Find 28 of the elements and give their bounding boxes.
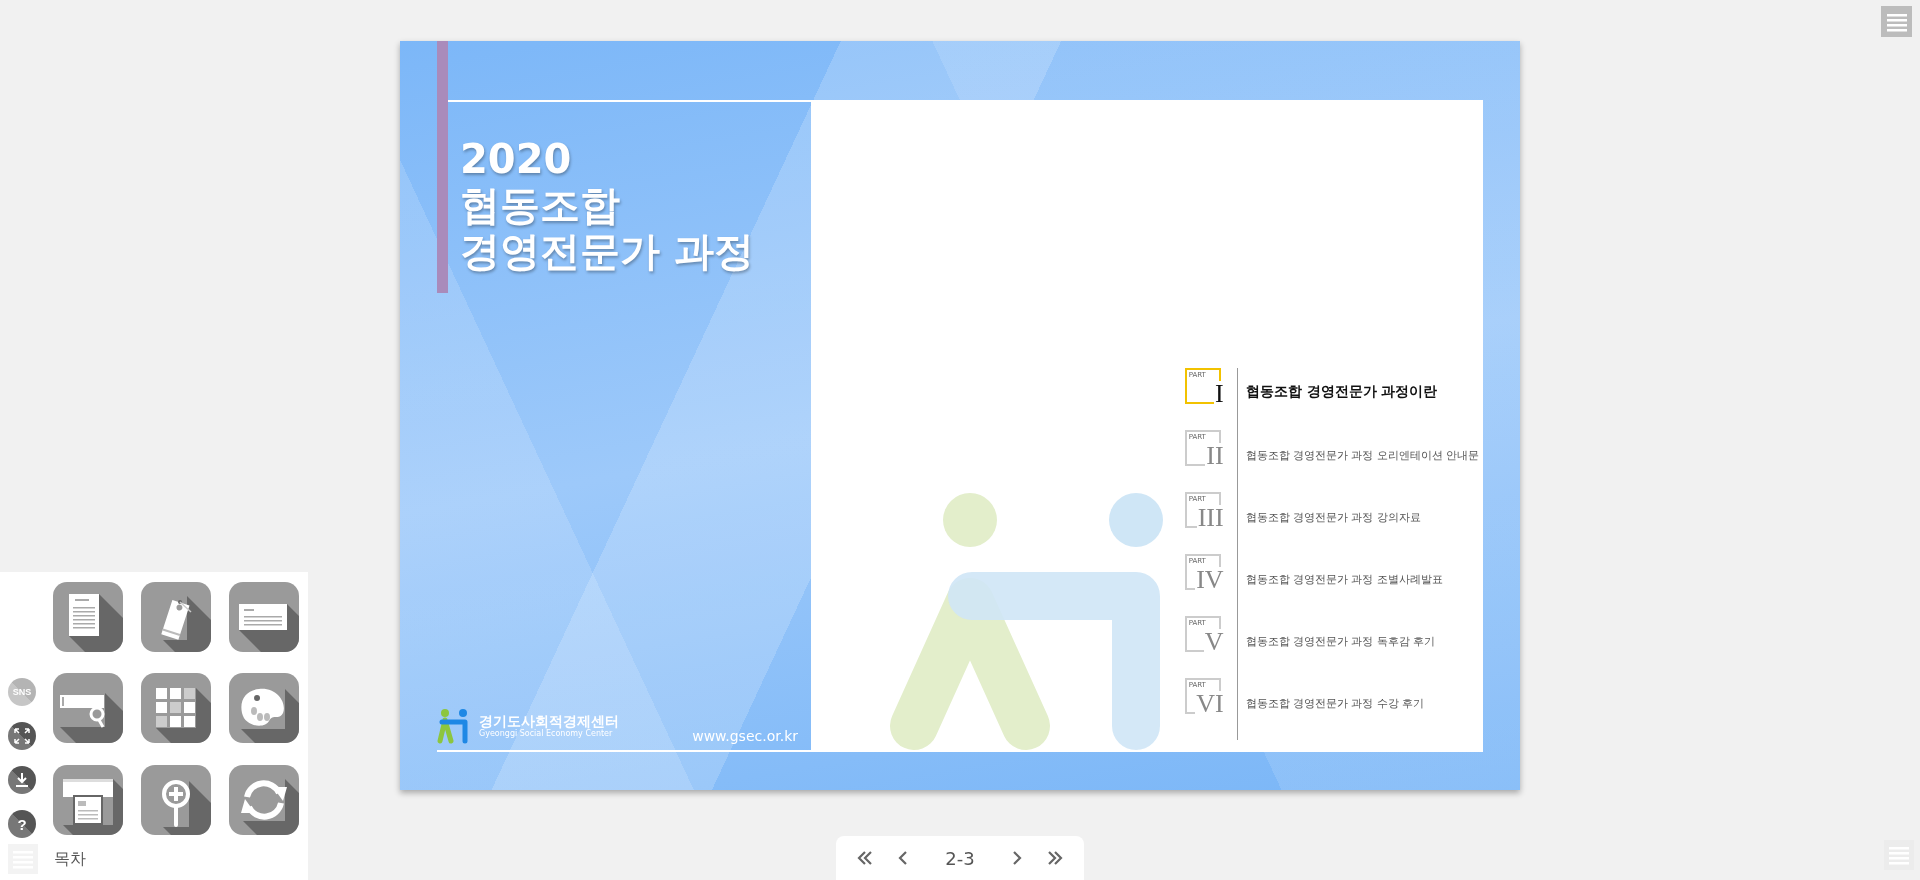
toc-title: 협동조합 경영전문가 과정 강의자료 (1236, 492, 1479, 554)
toc-title: 협동조합 경영전문가 과정이란 (1236, 368, 1479, 430)
tag-icon[interactable] (141, 582, 211, 652)
expand-arrows-icon (14, 728, 30, 744)
toc-title: 협동조합 경영전문가 과정 수강 후기 (1236, 678, 1479, 740)
refresh-icon[interactable] (229, 764, 299, 835)
cover-year: 2020 (460, 136, 573, 182)
printer-icon[interactable] (53, 764, 123, 835)
fullscreen-button[interactable] (8, 722, 36, 750)
cover-title: 협동조합 (460, 182, 621, 228)
card-icon[interactable] (229, 582, 299, 652)
search-bar-icon[interactable] (53, 673, 123, 744)
table-of-contents-button[interactable]: 목차 (8, 844, 308, 874)
zoom-in-icon[interactable] (141, 764, 211, 835)
document-icon[interactable] (53, 582, 123, 652)
toc-title: 협동조합 경영전문가 과정 독후감 후기 (1236, 616, 1479, 678)
grid-icon[interactable] (141, 673, 211, 744)
toc-title: 협동조합 경영전문가 과정 오리엔테이션 안내문 (1236, 430, 1479, 492)
page-number: 2-3 (944, 847, 976, 869)
toc-title: 협동조합 경영전문가 과정 조별사례발표 (1236, 554, 1479, 616)
website-url: www.gsec.or.kr (692, 728, 798, 744)
cover-title: 경영전문가 과정 (460, 228, 755, 274)
download-icon (14, 772, 30, 788)
organization-name: 경기도사회적경제센터 (479, 713, 619, 729)
organization-english-name: Gyeonggi Social Economy Center (479, 729, 613, 739)
palette-icon[interactable] (229, 673, 299, 744)
help-button[interactable]: ? (8, 810, 36, 838)
download-button[interactable] (8, 766, 36, 794)
